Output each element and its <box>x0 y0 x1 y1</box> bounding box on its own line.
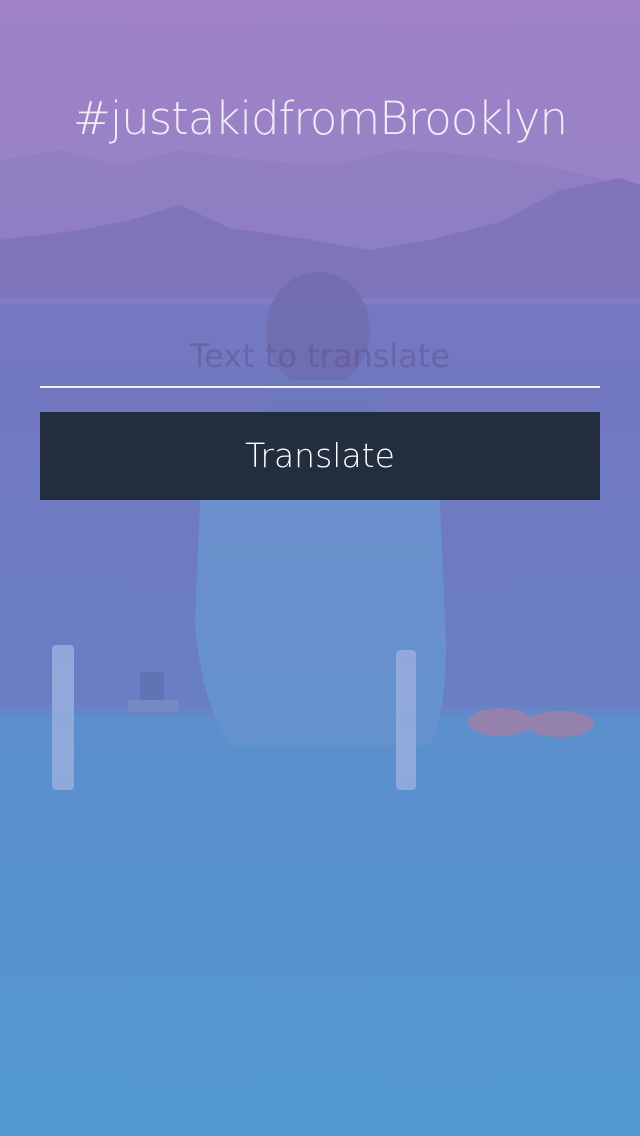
gradient-overlay <box>0 0 640 1136</box>
translate-button[interactable]: Translate <box>40 412 600 500</box>
text-input-container <box>40 328 600 388</box>
page-title: #justakidfromBrooklyn <box>73 92 568 145</box>
text-to-translate-input[interactable] <box>40 328 600 384</box>
app-screen: #justakidfromBrooklyn Translate <box>0 0 640 1136</box>
